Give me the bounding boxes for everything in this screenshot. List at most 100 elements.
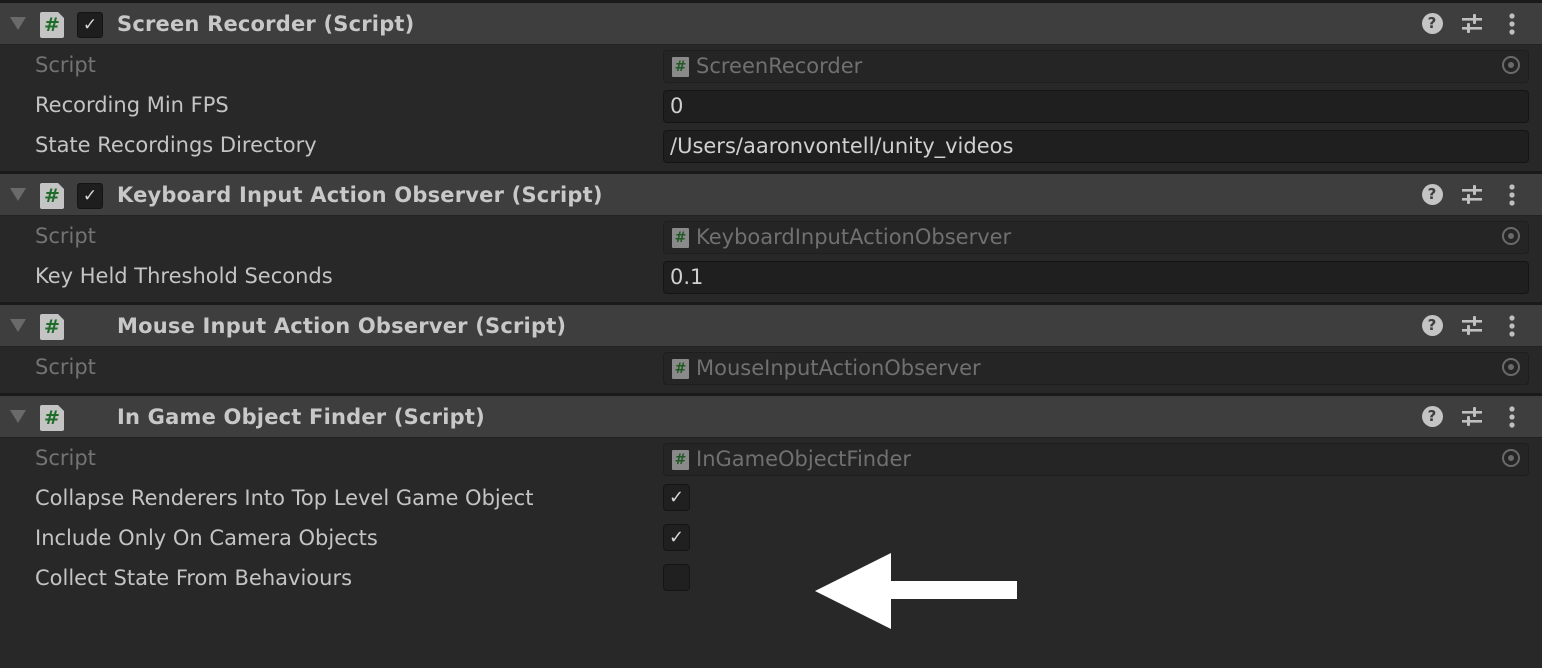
component-keyboard-input-action-observer: # ✓ Keyboard Input Action Observer (Scri… [0,174,1542,302]
component-title: Screen Recorder (Script) [117,12,415,36]
collect-state-from-behaviours-checkbox[interactable] [663,564,690,591]
input-value: /Users/aaronvontell/unity_videos [670,134,1014,158]
component-menu-button[interactable] [1500,405,1524,429]
component-header[interactable]: # In Game Object Finder (Script) ? [0,396,1542,438]
csharp-script-icon: # [40,405,64,431]
csharp-script-icon: # [672,228,689,248]
object-picker-icon[interactable] [1502,227,1520,245]
csharp-script-icon: # [40,12,64,38]
help-button[interactable]: ? [1420,12,1444,36]
more-vertical-icon [1509,315,1515,337]
help-icon: ? [1421,315,1443,336]
more-vertical-icon [1509,13,1515,35]
check-icon: ✓ [82,186,98,206]
property-label: Key Held Threshold Seconds [35,264,333,288]
help-button[interactable]: ? [1420,314,1444,338]
component-menu-button[interactable] [1500,12,1524,36]
help-icon: ? [1421,184,1443,205]
foldout-triangle-icon[interactable] [10,188,26,201]
property-label: Script [35,446,96,470]
check-icon: ✓ [82,15,98,35]
sliders-icon [1462,185,1482,204]
component-menu-button[interactable] [1500,314,1524,338]
property-label: Collect State From Behaviours [35,566,353,590]
presets-button[interactable] [1460,314,1484,338]
component-enabled-checkbox[interactable]: ✓ [77,183,103,209]
help-icon: ? [1421,13,1443,34]
property-row-collapse-renderers-into-top-level-game-object: Collapse Renderers Into Top Level Game O… [0,478,1542,518]
component-body: Script # KeyboardInputActionObserver Key… [0,216,1542,302]
component-in-game-object-finder: # In Game Object Finder (Script) ? Scrip… [0,396,1542,604]
recording-min-fps-input[interactable]: 0 [663,90,1529,123]
component-header[interactable]: # ✓ Screen Recorder (Script) ? [0,3,1542,45]
component-mouse-input-action-observer: # Mouse Input Action Observer (Script) ?… [0,305,1542,393]
property-label: Collapse Renderers Into Top Level Game O… [35,486,534,510]
object-field-value: KeyboardInputActionObserver [696,225,1012,249]
csharp-script-icon: # [672,359,689,379]
state-recordings-directory-input[interactable]: /Users/aaronvontell/unity_videos [663,130,1529,163]
component-title: Mouse Input Action Observer (Script) [117,314,567,338]
foldout-triangle-icon[interactable] [10,410,26,423]
component-enabled-checkbox[interactable]: ✓ [77,12,103,38]
component-header[interactable]: # Mouse Input Action Observer (Script) ? [0,305,1542,347]
collapse-renderers-into-top-level-game-object-checkbox[interactable]: ✓ [663,484,690,511]
include-only-on-camera-objects-checkbox[interactable]: ✓ [663,524,690,551]
foldout-triangle-icon[interactable] [10,319,26,332]
sliders-icon [1462,407,1482,426]
property-row-script: Script # InGameObjectFinder [0,438,1542,478]
component-screen-recorder: # ✓ Screen Recorder (Script) ? Script # … [0,3,1542,171]
property-row-include-only-on-camera-objects: Include Only On Camera Objects ✓ [0,518,1542,558]
inspector-panel: # ✓ Screen Recorder (Script) ? Script # … [0,0,1542,604]
foldout-triangle-icon[interactable] [10,17,26,30]
property-label: State Recordings Directory [35,133,317,157]
check-icon: ✓ [668,487,685,508]
property-label: Recording Min FPS [35,93,229,117]
sliders-icon [1462,316,1482,335]
script-object-field: # KeyboardInputActionObserver [663,221,1529,254]
property-row-collect-state-from-behaviours: Collect State From Behaviours [0,558,1542,598]
key-held-threshold-seconds-input[interactable]: 0.1 [663,261,1529,294]
object-field-value: InGameObjectFinder [696,447,911,471]
help-icon: ? [1421,406,1443,427]
component-menu-button[interactable] [1500,183,1524,207]
csharp-script-icon: # [672,450,689,470]
object-picker-icon[interactable] [1502,358,1520,376]
property-label: Script [35,53,96,77]
script-object-field: # ScreenRecorder [663,50,1529,83]
property-label: Script [35,224,96,248]
more-vertical-icon [1509,184,1515,206]
presets-button[interactable] [1460,405,1484,429]
check-icon: ✓ [668,527,685,548]
property-label: Script [35,355,96,379]
sliders-icon [1462,14,1482,33]
script-object-field: # MouseInputActionObserver [663,352,1529,385]
presets-button[interactable] [1460,12,1484,36]
object-field-value: ScreenRecorder [696,54,863,78]
csharp-script-icon: # [40,314,64,340]
input-value: 0.1 [670,265,704,289]
script-object-field: # InGameObjectFinder [663,443,1529,476]
component-body: Script # MouseInputActionObserver [0,347,1542,393]
property-row-state-recordings-directory: State Recordings Directory/Users/aaronvo… [0,125,1542,165]
property-label: Include Only On Camera Objects [35,526,378,550]
component-header[interactable]: # ✓ Keyboard Input Action Observer (Scri… [0,174,1542,216]
object-field-value: MouseInputActionObserver [696,356,981,380]
annotation-arrow [815,553,1017,629]
property-row-script: Script # KeyboardInputActionObserver [0,216,1542,256]
component-body: Script # ScreenRecorder Recording Min FP… [0,45,1542,171]
help-button[interactable]: ? [1420,183,1444,207]
more-vertical-icon [1509,406,1515,428]
help-button[interactable]: ? [1420,405,1444,429]
csharp-script-icon: # [672,57,689,77]
object-picker-icon[interactable] [1502,56,1520,74]
property-row-key-held-threshold-seconds: Key Held Threshold Seconds 0.1 [0,256,1542,296]
property-row-script: Script # MouseInputActionObserver [0,347,1542,387]
component-body: Script # InGameObjectFinder Collapse Ren… [0,438,1542,604]
csharp-script-icon: # [40,183,64,209]
input-value: 0 [670,94,684,118]
property-row-script: Script # ScreenRecorder [0,45,1542,85]
component-title: In Game Object Finder (Script) [117,405,485,429]
component-title: Keyboard Input Action Observer (Script) [117,183,603,207]
presets-button[interactable] [1460,183,1484,207]
object-picker-icon[interactable] [1502,449,1520,467]
